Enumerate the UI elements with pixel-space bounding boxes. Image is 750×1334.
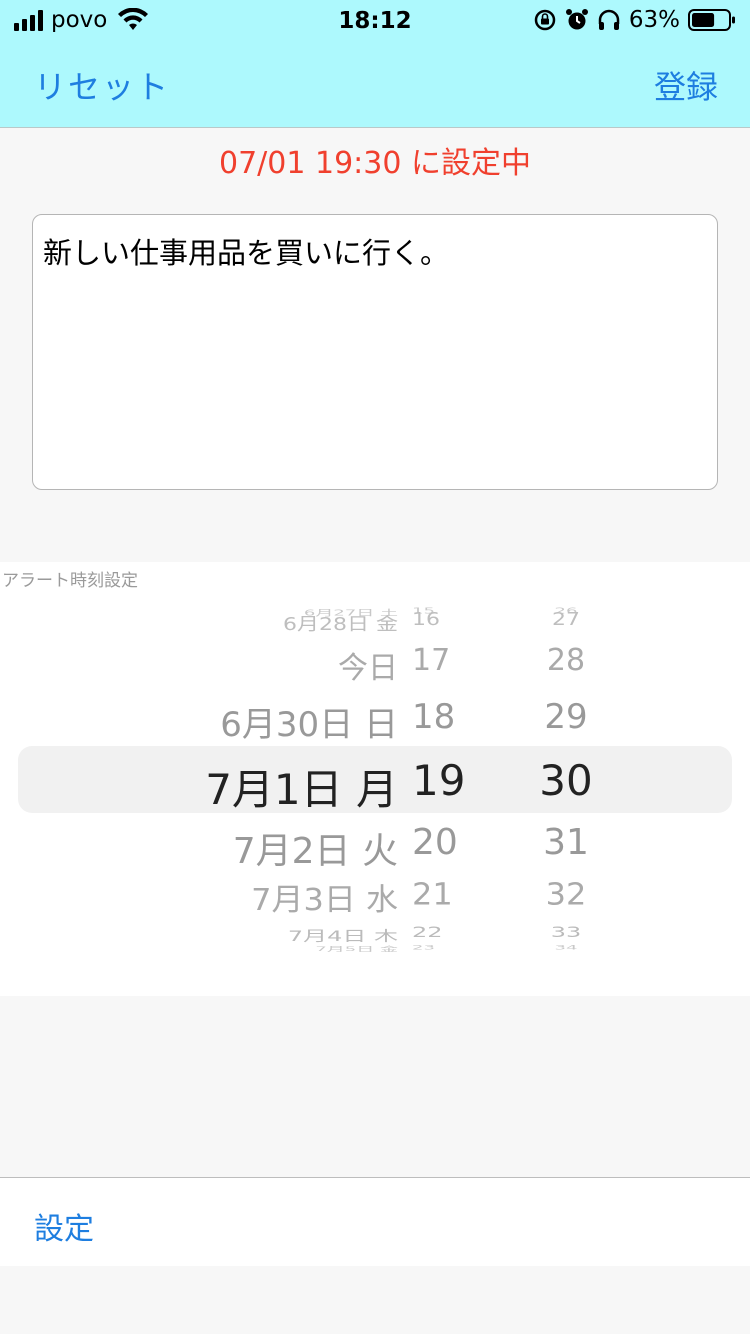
- picker-minute-selected[interactable]: 30: [528, 756, 604, 805]
- picker-minute[interactable]: 34: [528, 944, 604, 951]
- picker-minute[interactable]: 33: [528, 924, 604, 941]
- status-bar: povo 18:12 63%: [0, 0, 750, 40]
- memo-text-area[interactable]: 新しい仕事用品を買いに行く。: [32, 214, 718, 490]
- picker-hour[interactable]: 21: [412, 876, 453, 912]
- picker-date[interactable]: 6月28日 金: [283, 610, 398, 636]
- picker-hour[interactable]: 17: [412, 643, 450, 678]
- bottom-safe-area: [0, 1266, 750, 1334]
- alert-status-text: 07/01 19:30 に設定中: [219, 146, 531, 181]
- picker-hour-selected[interactable]: 19: [412, 756, 465, 805]
- set-button[interactable]: 設定: [34, 1204, 94, 1248]
- picker-row[interactable]: 7月5日 金 23 34: [0, 944, 750, 965]
- picker-row[interactable]: 6月30日 日 18 29: [0, 697, 750, 757]
- picker-date[interactable]: 7月5日 金: [315, 944, 398, 953]
- picker-minute[interactable]: 31: [528, 822, 604, 863]
- battery-percent: 63%: [628, 7, 680, 33]
- alarm-icon: [565, 9, 588, 30]
- picker-date-selected[interactable]: 7月1日 月: [205, 756, 398, 817]
- picker-minute[interactable]: 28: [528, 643, 604, 678]
- picker-hour[interactable]: 22: [412, 924, 443, 941]
- orientation-lock-icon: [534, 9, 556, 31]
- picker-minute[interactable]: 29: [528, 697, 604, 737]
- picker-date[interactable]: 7月2日 火: [233, 822, 398, 874]
- picker-hour[interactable]: 18: [412, 697, 455, 737]
- picker-hour[interactable]: 20: [412, 822, 458, 863]
- picker-row[interactable]: 今日 17 28: [0, 643, 750, 703]
- bottom-toolbar: 設定: [0, 1177, 750, 1266]
- battery-icon: [688, 9, 735, 31]
- picker-hour[interactable]: 23: [412, 944, 435, 951]
- register-button[interactable]: 登録: [654, 62, 718, 108]
- picker-date[interactable]: 今日: [338, 643, 398, 687]
- picker-date[interactable]: 7月4日 木: [288, 924, 398, 945]
- picker-selected-row[interactable]: 7月1日 月 19 30: [0, 756, 750, 816]
- picker-minute[interactable]: 27: [528, 610, 604, 630]
- picker-date[interactable]: 7月3日 水: [251, 876, 398, 920]
- picker-row[interactable]: 7月2日 火 20 31: [0, 822, 750, 882]
- picker-hour[interactable]: 16: [412, 610, 440, 630]
- picker-date[interactable]: 6月30日 日: [220, 697, 398, 746]
- picker-label: アラート時刻設定: [2, 571, 138, 591]
- nav-bar: リセット 登録: [0, 40, 750, 128]
- picker-minute[interactable]: 32: [528, 876, 604, 912]
- reset-button[interactable]: リセット: [34, 62, 170, 108]
- headphones-icon: [598, 9, 620, 30]
